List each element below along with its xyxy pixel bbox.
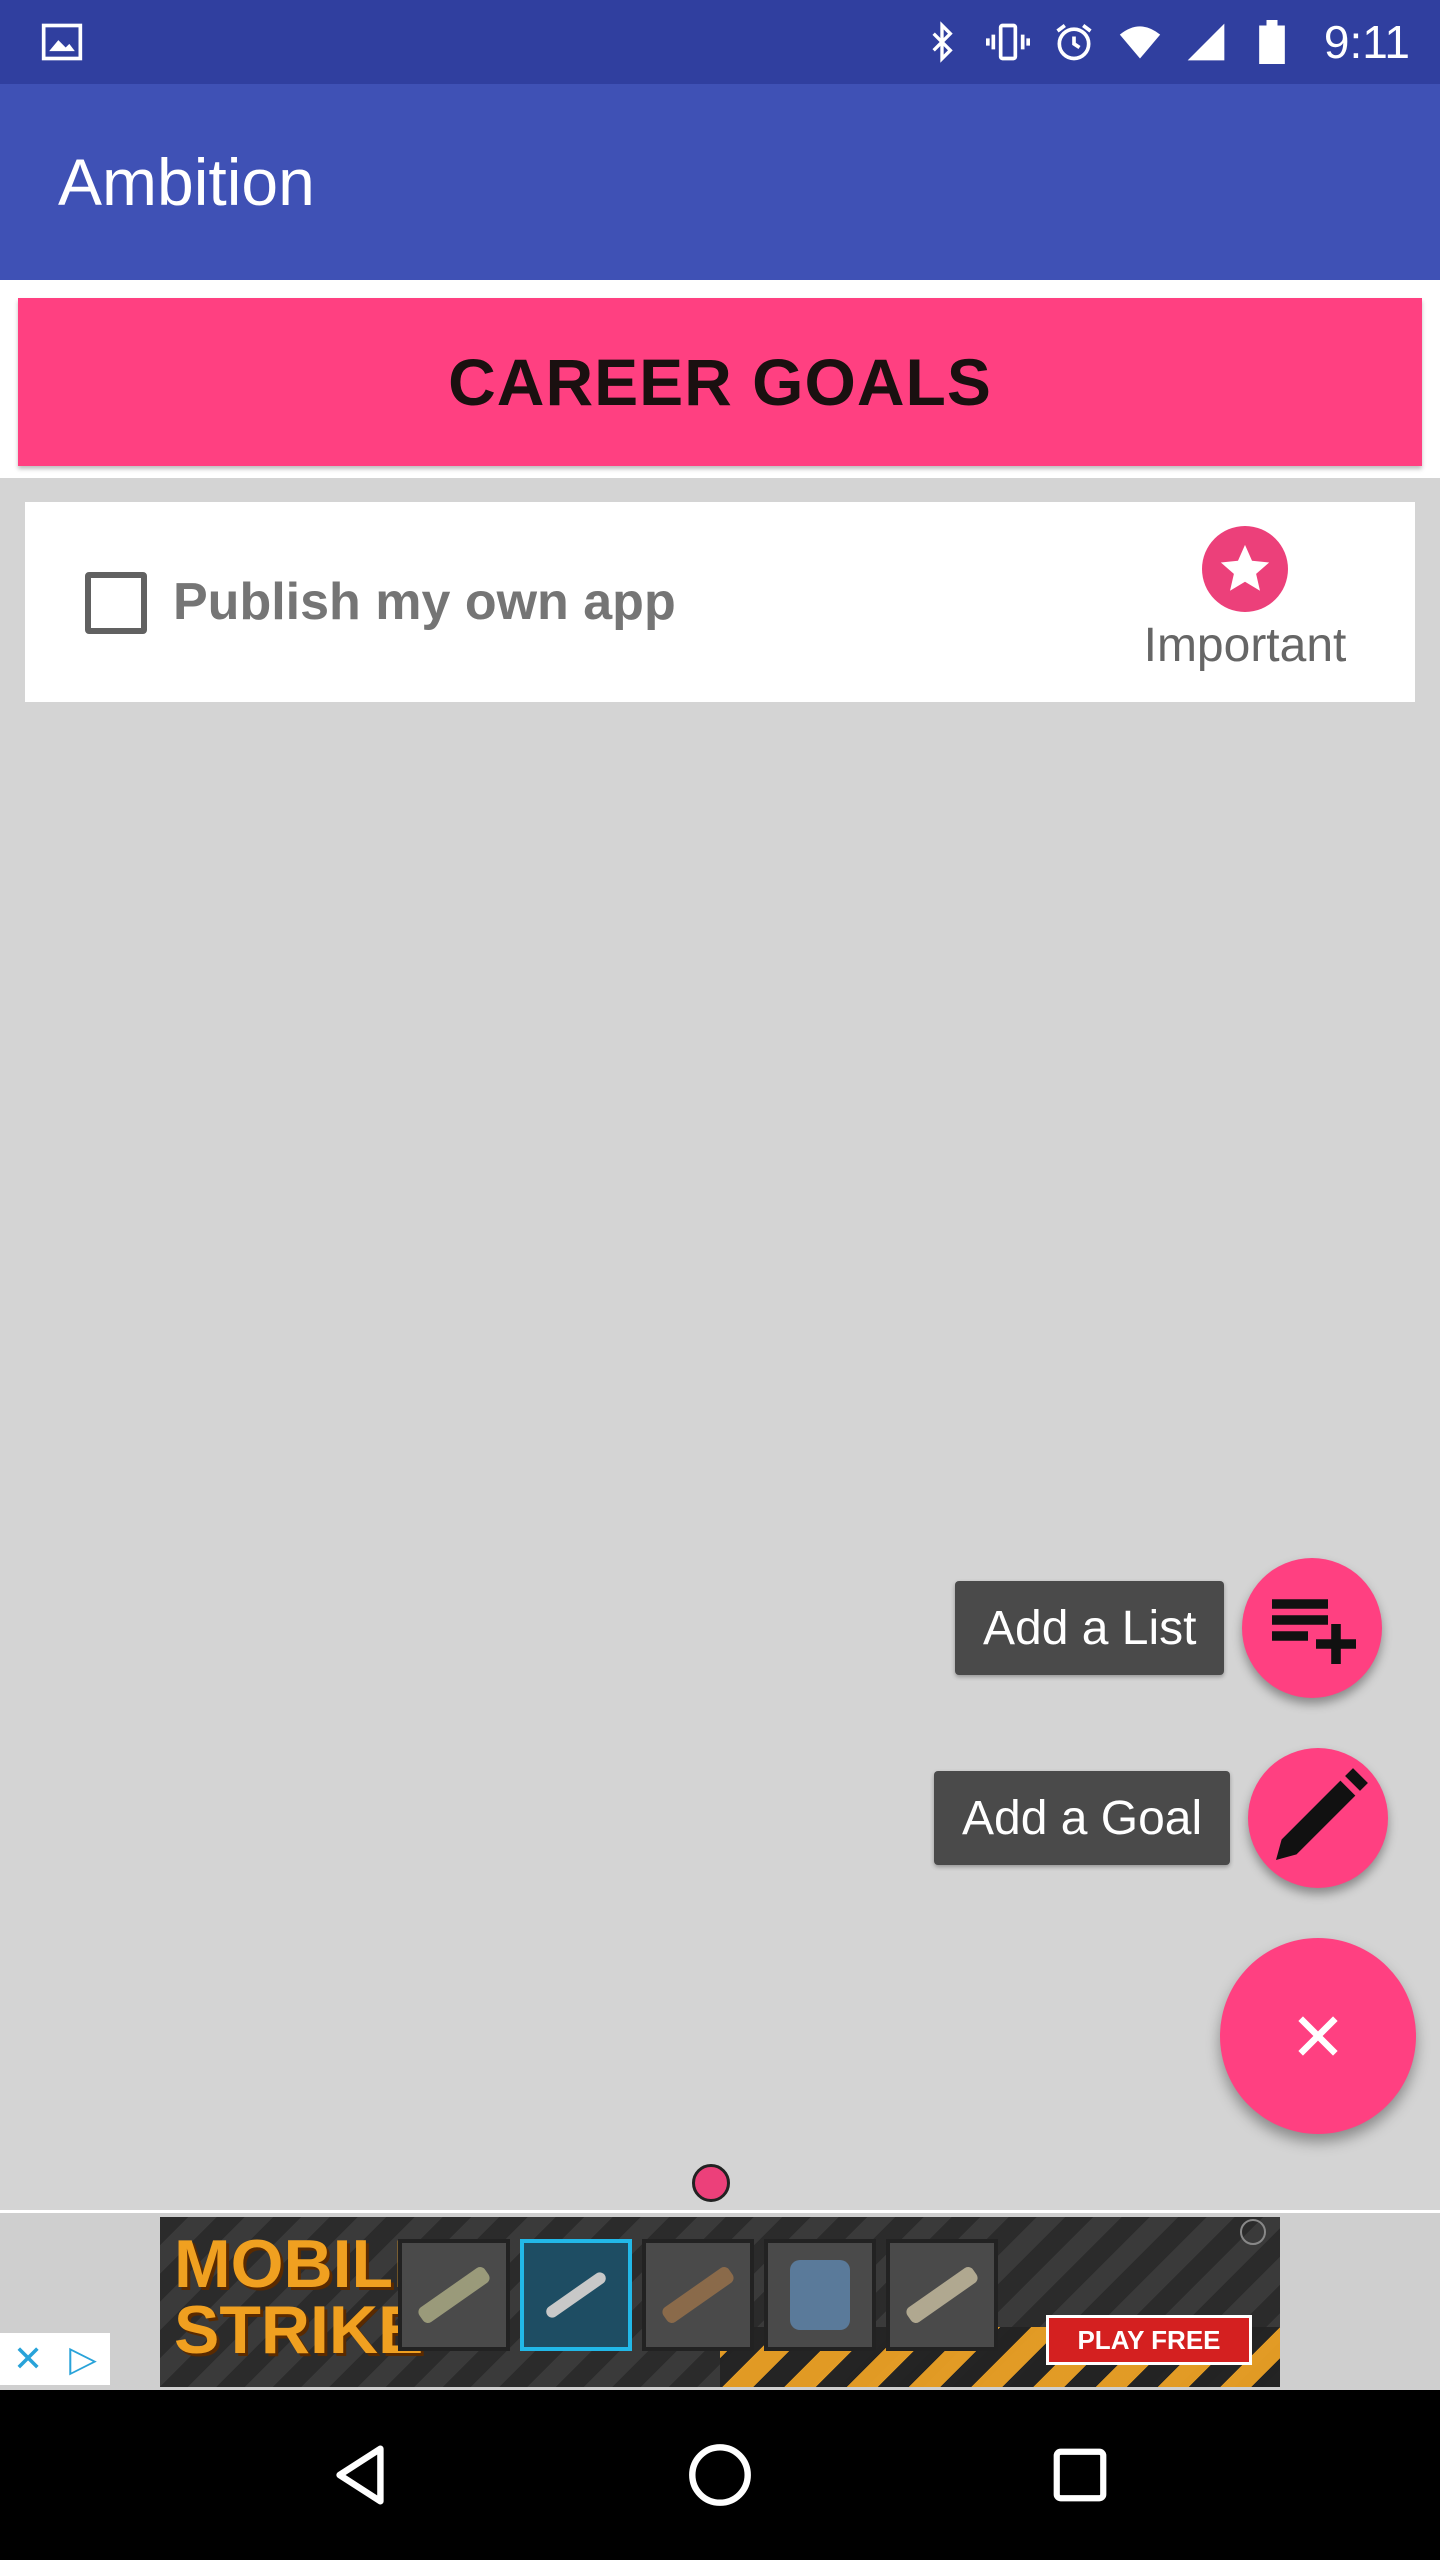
add-goal-label[interactable]: Add a Goal (934, 1771, 1231, 1865)
star-icon (1202, 526, 1288, 612)
important-label: Important (1143, 619, 1347, 672)
status-bar: 9:11 (0, 0, 1440, 84)
fab-row-add-list: Add a List (955, 1558, 1383, 1698)
ad-close-icon[interactable] (1240, 2219, 1266, 2245)
ad-area: MOBILE STRIKE PLAY FREE ✕ ▷ (0, 2210, 1440, 2390)
ad-choices[interactable]: ✕ ▷ (0, 2333, 110, 2385)
recents-button[interactable] (1030, 2425, 1130, 2525)
alarm-icon (1052, 20, 1096, 64)
category-title: CAREER GOALS (448, 345, 992, 419)
cell-signal-icon (1184, 20, 1228, 64)
pencil-icon (1276, 1768, 1369, 1860)
ad-close-x-icon[interactable]: ✕ (13, 2338, 43, 2380)
back-triangle-icon (336, 2445, 384, 2505)
ad-item-slot (764, 2239, 876, 2351)
home-button[interactable] (670, 2425, 770, 2525)
goal-item[interactable]: Publish my own app Important (25, 502, 1415, 702)
close-icon (1298, 2016, 1338, 2056)
page-indicator-dot (692, 2164, 730, 2202)
ad-item-slot (642, 2239, 754, 2351)
ad-logo: MOBILE STRIKE (174, 2226, 439, 2368)
ad-play-free-button[interactable]: PLAY FREE (1046, 2315, 1252, 2365)
wifi-icon (1118, 20, 1162, 64)
ad-choices-icon[interactable]: ▷ (69, 2338, 97, 2380)
app-title: Ambition (58, 145, 315, 219)
add-goal-button[interactable] (1248, 1748, 1389, 1888)
fab-row-add-goal: Add a Goal (934, 1748, 1389, 1888)
navigation-bar (0, 2390, 1440, 2560)
image-icon (40, 20, 84, 64)
ad-item-slot (886, 2239, 998, 2351)
home-circle-icon (689, 2444, 751, 2506)
vibrate-icon (985, 20, 1030, 64)
goal-text: Publish my own app (173, 573, 676, 631)
back-button[interactable] (310, 2425, 410, 2525)
important-badge[interactable]: Important (1135, 526, 1355, 673)
ad-banner[interactable]: MOBILE STRIKE PLAY FREE (160, 2217, 1280, 2387)
playlist-add-icon (1272, 1599, 1357, 1664)
goal-checkbox[interactable] (85, 572, 147, 634)
battery-icon (1250, 20, 1294, 64)
recents-square-icon (1053, 2448, 1107, 2502)
goal-list-area: CAREER GOALS Publish my own app Importan… (0, 280, 1440, 2210)
bluetooth-icon (920, 20, 964, 64)
app-bar: Ambition (0, 84, 1440, 280)
ad-item-slot (520, 2239, 632, 2351)
add-list-button[interactable] (1242, 1558, 1383, 1698)
ad-item-slots (398, 2239, 998, 2351)
ad-item-slot (398, 2239, 510, 2351)
add-list-label[interactable]: Add a List (955, 1581, 1225, 1675)
fab-close-button[interactable] (1220, 1938, 1416, 2134)
category-banner[interactable]: CAREER GOALS (18, 298, 1422, 466)
status-clock: 9:11 (1323, 16, 1410, 68)
